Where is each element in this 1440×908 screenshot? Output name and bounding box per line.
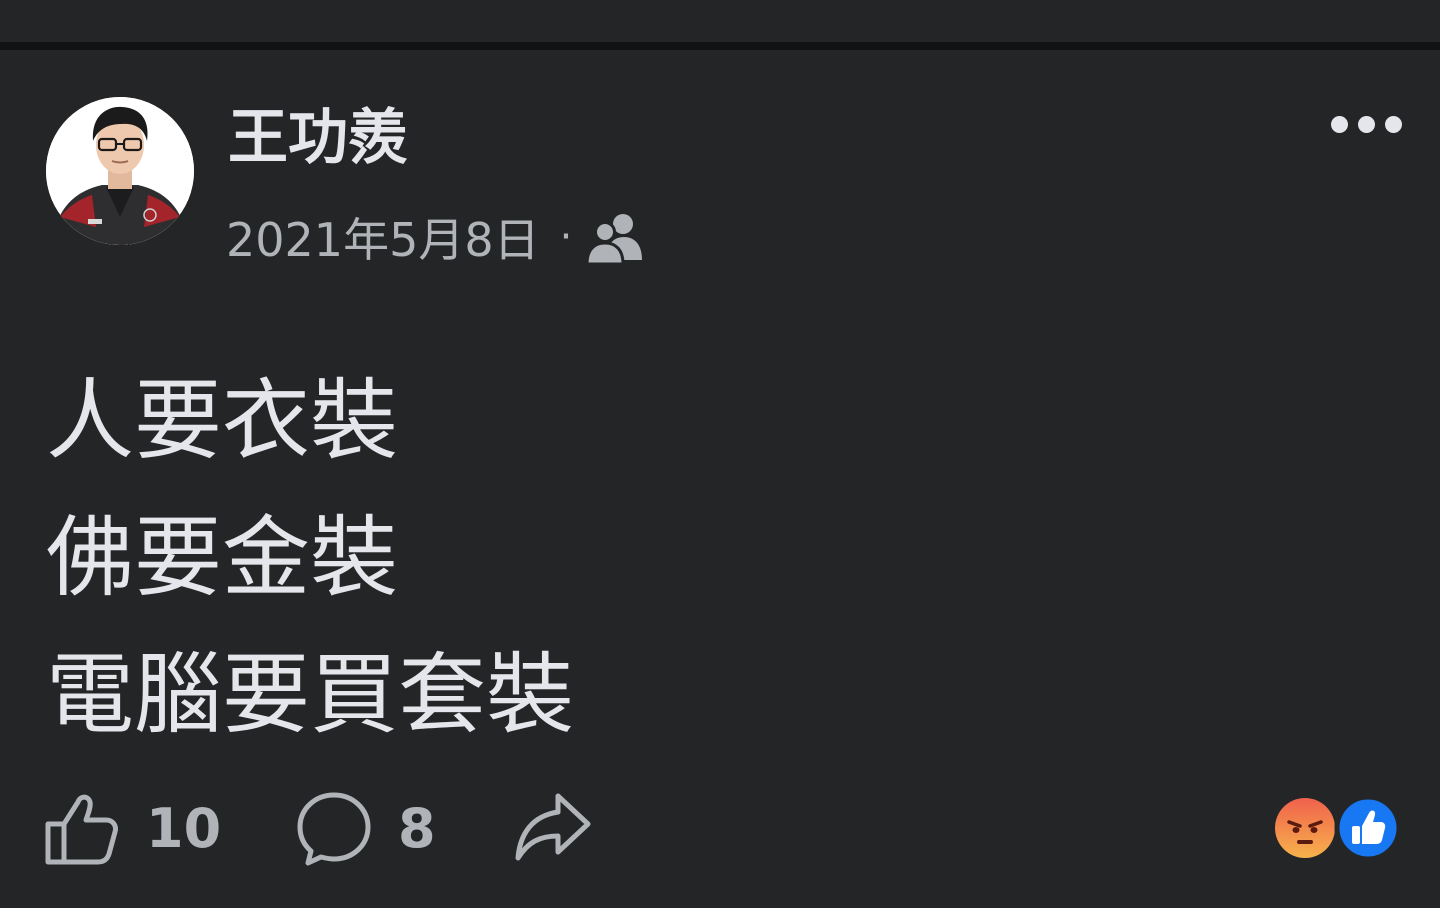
more-options-button[interactable] (1320, 104, 1412, 144)
like-reaction-icon[interactable] (1334, 794, 1402, 862)
post-card: 王功羨 2021年5月8日 · 人要衣裝 佛要金裝 電腦要買套裝 10 8 (0, 0, 1440, 908)
author-name[interactable]: 王功羨 (228, 100, 408, 176)
speech-bubble-icon (297, 792, 371, 866)
avatar[interactable] (46, 97, 194, 245)
meta-separator: · (559, 214, 573, 260)
like-button[interactable]: 10 (44, 790, 221, 866)
like-count: 10 (146, 796, 222, 860)
more-horizontal-icon (1384, 115, 1402, 133)
post-body: 人要衣裝 佛要金裝 電腦要買套裝 (46, 369, 575, 746)
share-button[interactable] (514, 790, 592, 866)
more-horizontal-icon (1357, 115, 1375, 133)
angry-reaction-icon[interactable] (1274, 797, 1336, 859)
share-arrow-icon (515, 793, 591, 861)
post-date[interactable]: 2021年5月8日 (226, 204, 540, 270)
comment-button[interactable]: 8 (296, 790, 436, 866)
more-horizontal-icon (1330, 115, 1348, 133)
feed-divider (0, 42, 1440, 50)
avatar-photo (46, 97, 194, 245)
top-strip (0, 0, 1440, 42)
thumbs-up-outline-icon (45, 794, 118, 865)
comment-count: 8 (398, 796, 436, 860)
post-meta: 2021年5月8日 · (226, 206, 644, 268)
friends-icon[interactable] (586, 210, 644, 264)
